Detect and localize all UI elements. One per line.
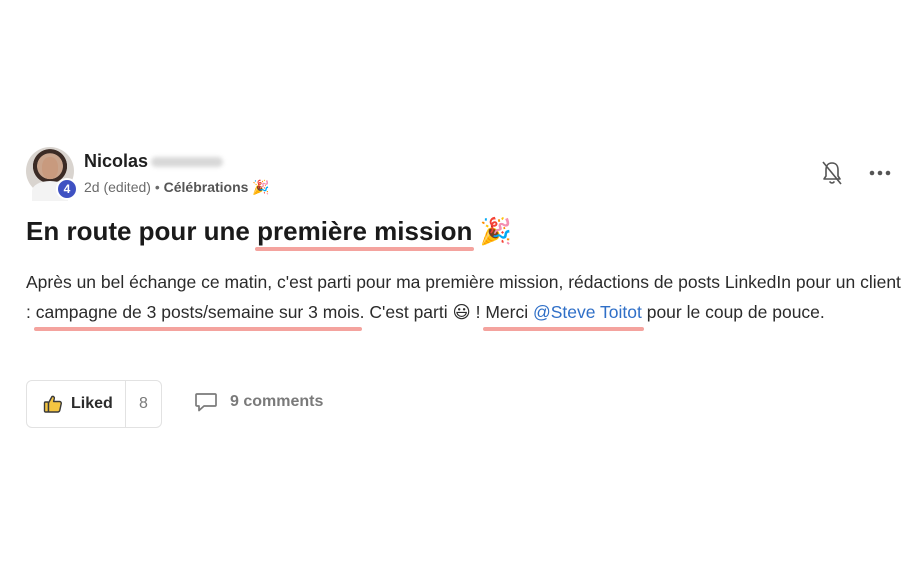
meta-separator: •	[154, 179, 160, 195]
author-name[interactable]: Nicolas	[84, 151, 148, 172]
community-post: 4 Nicolas 2d (edited) • Célébrations 🎉 E…	[0, 0, 920, 570]
post-body: Après un bel échange ce matin, c'est par…	[26, 267, 906, 331]
more-horizontal-icon[interactable]	[868, 163, 892, 183]
title-text: En route pour une	[26, 216, 258, 246]
author-avatar[interactable]: 4	[26, 147, 78, 201]
body-highlight-thanks: Merci @Steve Toitot	[483, 297, 644, 331]
body-text-4: pour le coup de pouce.	[641, 302, 825, 322]
bell-off-icon[interactable]	[821, 160, 843, 186]
redacted-surname	[151, 157, 223, 167]
smiley-emoji: 😃	[452, 303, 471, 323]
category-emoji: 🎉	[252, 180, 270, 196]
title-highlight: première mission	[255, 216, 475, 251]
avatar-face	[42, 157, 58, 179]
comments-label: 9 comments	[230, 393, 324, 410]
thumbs-up-icon	[43, 395, 62, 413]
post-time: 2d (edited)	[84, 179, 151, 195]
body-highlight-campaign: campagne de 3 posts/semaine sur 3 mois	[33, 297, 362, 331]
like-control: Liked 8	[26, 380, 162, 428]
comments-button[interactable]: 9 comments	[194, 391, 323, 413]
like-count[interactable]: 8	[126, 381, 161, 427]
title-emoji: 🎉	[479, 217, 513, 247]
body-text-2: . C'est parti	[359, 302, 453, 322]
like-label: Liked	[71, 395, 113, 412]
post-category[interactable]: Célébrations	[164, 179, 249, 195]
comment-icon	[195, 393, 217, 412]
thanks-text: Merci	[485, 302, 533, 322]
like-button[interactable]: Liked	[27, 381, 126, 427]
body-text-3: !	[470, 302, 486, 322]
level-badge: 4	[56, 178, 78, 200]
post-title: En route pour une première mission 🎉	[26, 216, 513, 251]
user-mention[interactable]: @Steve Toitot	[533, 302, 642, 322]
post-meta: 2d (edited) • Célébrations 🎉	[84, 179, 270, 196]
